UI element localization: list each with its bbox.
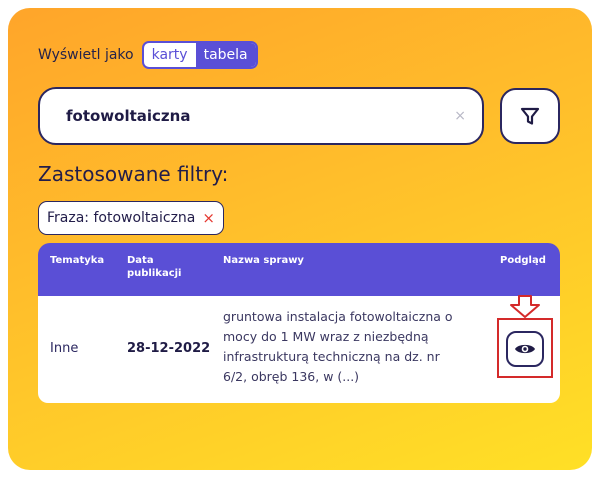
header-topic: Tematyka [50,255,105,266]
case-line: infrastrukturą techniczną na dz. nr [223,349,440,364]
view-label: Wyświetl jako [38,47,134,63]
filter-chip-label: Fraza: fotowoltaiczna [47,210,196,226]
header-case-name: Nazwa sprawy [223,255,304,266]
header-date: Data publikacji [127,254,181,280]
filter-chip: Fraza: fotowoltaiczna × [38,201,224,235]
cell-topic: Inne [50,341,79,356]
filter-button[interactable] [500,88,560,144]
case-line: 6/2, obręb 136, w (...) [223,369,360,384]
view-switcher: Wyświetl jako karty tabela [38,40,258,70]
header-date-line2: publikacji [127,268,182,279]
header-preview: Podgląd [500,255,546,266]
view-toggle: karty tabela [141,41,258,69]
header-date-line1: Data [127,255,154,266]
table-row: Inne 28-12-2022 gruntowa instalacja foto… [38,296,560,403]
remove-filter-icon[interactable]: × [202,209,215,227]
cell-date: 28-12-2022 [127,341,211,356]
case-line: mocy do 1 MW wraz z niezbędną [223,329,429,344]
applied-filters-title: Zastosowane filtry: [38,162,229,186]
cell-case-name: gruntowa instalacja fotowoltaiczna o moc… [223,307,453,387]
case-line: gruntowa instalacja fotowoltaiczna o [223,309,453,324]
eye-icon [515,344,535,354]
view-option-table[interactable]: tabela [195,43,256,67]
search-input[interactable]: fotowoltaiczna × [38,87,484,145]
filter-icon [520,107,540,125]
table-header: Tematyka Data publikacji Nazwa sprawy Po… [38,243,560,296]
view-option-cards[interactable]: karty [144,43,196,67]
down-arrow-icon [510,295,540,318]
search-value: fotowoltaiczna [66,107,191,125]
clear-search-icon[interactable]: × [454,108,466,124]
preview-button[interactable] [506,331,544,367]
